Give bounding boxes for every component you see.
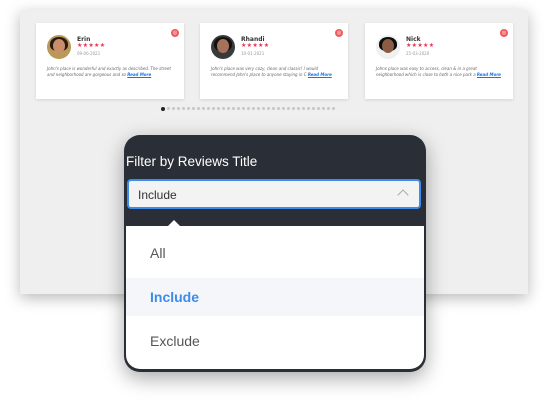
pagination-dot[interactable]	[277, 107, 280, 110]
review-text: John's place was very cozy, clean and cl…	[211, 66, 339, 78]
pagination-dot[interactable]	[257, 107, 260, 110]
pagination-dot[interactable]	[222, 107, 225, 110]
pagination-dot[interactable]	[177, 107, 180, 110]
review-date: 10-01-2021	[241, 51, 265, 56]
star-rating: ★★★★★	[406, 42, 435, 49]
pagination-dot[interactable]	[232, 107, 235, 110]
pagination-dot[interactable]	[182, 107, 185, 110]
pagination-dot[interactable]	[237, 107, 240, 110]
review-card[interactable]: Rhandi ★★★★★ 10-01-2021 John's place was…	[200, 23, 348, 99]
review-date: 09-06-2021	[77, 51, 101, 56]
pagination-dot[interactable]	[267, 107, 270, 110]
filter-dropdown-menu: All Include Exclude	[126, 226, 424, 369]
pagination-dot[interactable]	[172, 107, 175, 110]
pagination-dot[interactable]	[322, 107, 325, 110]
avatar	[47, 35, 71, 59]
pagination-dot[interactable]	[307, 107, 310, 110]
review-text-content: John's place is wonderful and exactly as…	[47, 66, 171, 77]
read-more-link[interactable]: Read More	[127, 72, 151, 77]
filter-panel: Filter by Reviews Title Include All Incl…	[124, 135, 426, 372]
pagination-dot[interactable]	[187, 107, 190, 110]
filter-title: Filter by Reviews Title	[126, 154, 258, 169]
read-more-link[interactable]: Read More	[477, 72, 501, 77]
pagination-dot[interactable]	[252, 107, 255, 110]
pagination-dots	[161, 106, 335, 111]
pagination-dot[interactable]	[161, 106, 165, 111]
pagination-dot[interactable]	[302, 107, 305, 110]
pagination-dot[interactable]	[247, 107, 250, 110]
pagination-dot[interactable]	[312, 107, 315, 110]
pagination-dot[interactable]	[167, 107, 170, 110]
pagination-dot[interactable]	[262, 107, 265, 110]
review-date: 25-03-2020	[406, 51, 430, 56]
pagination-dot[interactable]	[272, 107, 275, 110]
review-text-content: Johns place was easy to access, clean & …	[376, 66, 477, 77]
pagination-dot[interactable]	[297, 107, 300, 110]
pagination-dot[interactable]	[212, 107, 215, 110]
airbnb-icon: ◎	[500, 29, 508, 37]
star-rating: ★★★★★	[77, 42, 106, 49]
pagination-dot[interactable]	[317, 107, 320, 110]
pagination-dot[interactable]	[327, 107, 330, 110]
review-text-content: John's place was very cozy, clean and cl…	[211, 66, 319, 77]
pagination-dot[interactable]	[332, 107, 335, 110]
pagination-dot[interactable]	[227, 107, 230, 110]
pagination-dot[interactable]	[192, 107, 195, 110]
review-card[interactable]: Nick ★★★★★ 25-03-2020 Johns place was ea…	[365, 23, 513, 99]
review-card[interactable]: Erin ★★★★★ 09-06-2021 John's place is wo…	[36, 23, 184, 99]
pagination-dot[interactable]	[217, 107, 220, 110]
pagination-dot[interactable]	[282, 107, 285, 110]
airbnb-icon: ◎	[171, 29, 179, 37]
avatar	[376, 35, 400, 59]
option-include[interactable]: Include	[126, 278, 424, 316]
read-more-link[interactable]: Read More	[308, 72, 332, 77]
avatar	[211, 35, 235, 59]
filter-select[interactable]: Include	[127, 179, 421, 209]
select-value: Include	[138, 188, 177, 202]
pagination-dot[interactable]	[292, 107, 295, 110]
chevron-up-icon	[397, 189, 409, 201]
pagination-dot[interactable]	[207, 107, 210, 110]
pagination-dot[interactable]	[287, 107, 290, 110]
pagination-dot[interactable]	[202, 107, 205, 110]
pagination-dot[interactable]	[242, 107, 245, 110]
pagination-dot[interactable]	[197, 107, 200, 110]
review-text: Johns place was easy to access, clean & …	[376, 66, 504, 78]
review-text: John's place is wonderful and exactly as…	[47, 66, 175, 78]
airbnb-icon: ◎	[335, 29, 343, 37]
option-exclude[interactable]: Exclude	[126, 322, 424, 360]
option-all[interactable]: All	[126, 234, 424, 272]
star-rating: ★★★★★	[241, 42, 270, 49]
